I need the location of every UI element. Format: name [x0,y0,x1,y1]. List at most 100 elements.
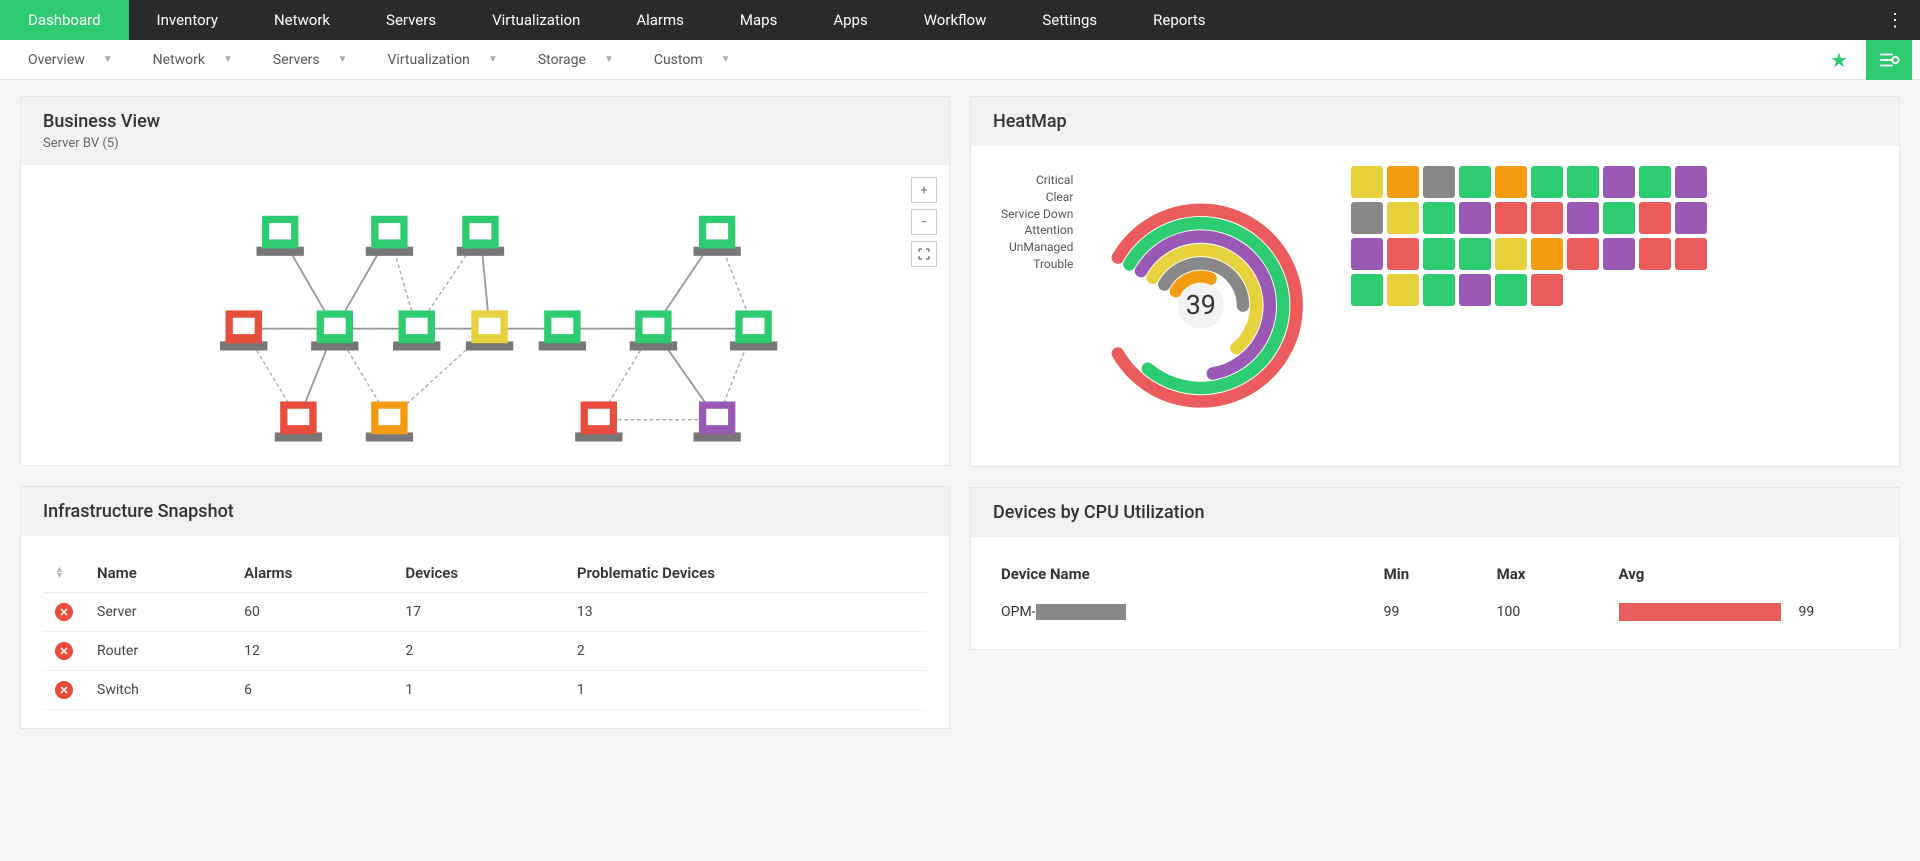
heatmap-cell[interactable] [1531,202,1563,234]
fit-screen-button[interactable] [911,241,937,267]
heatmap-cell[interactable] [1675,166,1707,198]
heatmap-cell[interactable] [1495,274,1527,306]
heatmap-cell[interactable] [1423,274,1455,306]
infra-col-Devices[interactable]: Devices [393,554,565,593]
cpu-title: Devices by CPU Utilization [993,502,1877,523]
topology-node[interactable] [311,310,358,350]
topology-node[interactable] [539,310,586,350]
heatmap-cell[interactable] [1675,238,1707,270]
topology-node[interactable] [693,216,740,256]
chevron-down-icon: ▼ [223,54,233,65]
subnav-servers[interactable]: Servers▼ [253,40,368,79]
subnav-network[interactable]: Network▼ [133,40,253,79]
cell-name: Router [85,632,232,671]
add-widget-button[interactable] [1866,40,1912,80]
heatmap-cell[interactable] [1639,166,1671,198]
topology-node[interactable] [575,401,622,441]
cpu-col-max[interactable]: Max [1489,555,1611,593]
topology-node[interactable] [275,401,322,441]
subnav-custom[interactable]: Custom▼ [634,40,751,79]
heatmap-cell[interactable] [1675,202,1707,234]
business-view-title: Business View [43,111,927,132]
topnav-network[interactable]: Network [246,0,358,40]
topology-node[interactable] [366,216,413,256]
topnav-reports[interactable]: Reports [1125,0,1233,40]
heatmap-cell[interactable] [1387,202,1419,234]
cpu-col-device-name[interactable]: Device Name [993,555,1376,593]
heatmap-card: HeatMap CriticalClearService DownAttenti… [970,96,1900,467]
heatmap-cell[interactable] [1567,238,1599,270]
topnav-workflow[interactable]: Workflow [896,0,1015,40]
subnav-virtualization[interactable]: Virtualization▼ [368,40,518,79]
topology-node[interactable] [693,401,740,441]
topnav-dashboard[interactable]: Dashboard [0,0,129,40]
topology-node[interactable] [220,310,267,350]
table-row[interactable]: OPM-9910099 [993,593,1877,631]
cpu-col-avg[interactable]: Avg [1611,555,1791,593]
infrastructure-title: Infrastructure Snapshot [43,501,927,522]
infra-col-Problematic Devices[interactable]: Problematic Devices [565,554,927,593]
heatmap-cell[interactable] [1495,238,1527,270]
table-row[interactable]: ✕Router1222 [43,632,927,671]
infra-col-Name[interactable]: Name [85,554,232,593]
heatmap-donut[interactable]: 39 [1081,166,1311,426]
heatmap-cell[interactable] [1423,166,1455,198]
infra-col-Alarms[interactable]: Alarms [232,554,393,593]
table-row[interactable]: ✕Server601713 [43,593,927,632]
topnav-virtualization[interactable]: Virtualization [464,0,608,40]
heatmap-cell[interactable] [1351,202,1383,234]
cpu-col-min[interactable]: Min [1376,555,1489,593]
heatmap-cell[interactable] [1639,202,1671,234]
topnav-servers[interactable]: Servers [358,0,464,40]
topology-canvas[interactable] [43,183,927,447]
heatmap-cell[interactable] [1387,166,1419,198]
topnav-alarms[interactable]: Alarms [608,0,712,40]
heatmap-cell[interactable] [1639,238,1671,270]
heatmap-cell[interactable] [1459,238,1491,270]
heatmap-cell[interactable] [1603,166,1635,198]
topology-node[interactable] [257,216,304,256]
topnav-settings[interactable]: Settings [1014,0,1125,40]
topology-node[interactable] [457,216,504,256]
heatmap-cell[interactable] [1567,202,1599,234]
heatmap-cell[interactable] [1459,274,1491,306]
topnav-maps[interactable]: Maps [712,0,805,40]
legend-service-down: Service Down [1001,206,1073,223]
heatmap-cell[interactable] [1387,274,1419,306]
heatmap-cell[interactable] [1603,202,1635,234]
heatmap-cell[interactable] [1351,274,1383,306]
heatmap-cell[interactable] [1423,202,1455,234]
kebab-menu-icon[interactable]: ⋮ [1870,0,1920,40]
topology-node[interactable] [730,310,777,350]
topology-node[interactable] [366,401,413,441]
cell-problematic: 13 [565,593,927,632]
heatmap-cell[interactable] [1531,166,1563,198]
infra-col-status[interactable]: ▲▼ [43,554,85,593]
heatmap-cell[interactable] [1531,274,1563,306]
heatmap-cell[interactable] [1531,238,1563,270]
heatmap-cell[interactable] [1567,166,1599,198]
topology-node[interactable] [466,310,513,350]
zoom-out-button[interactable]: − [911,209,937,235]
zoom-in-button[interactable]: + [911,177,937,203]
heatmap-cell[interactable] [1351,166,1383,198]
topnav-apps[interactable]: Apps [805,0,895,40]
heatmap-cell[interactable] [1459,202,1491,234]
heatmap-cell[interactable] [1495,166,1527,198]
heatmap-cell[interactable] [1459,166,1491,198]
heatmap-legend: CriticalClearService DownAttentionUnMana… [1001,166,1073,273]
heatmap-cell[interactable] [1423,238,1455,270]
subnav-overview[interactable]: Overview▼ [8,40,133,79]
favorite-icon[interactable]: ★ [1820,48,1858,72]
topology-node[interactable] [393,310,440,350]
table-row[interactable]: ✕Switch611 [43,671,927,710]
legend-trouble: Trouble [1001,256,1073,273]
subnav-storage[interactable]: Storage▼ [518,40,634,79]
topology-node[interactable] [630,310,677,350]
heatmap-cell[interactable] [1351,238,1383,270]
heatmap-cell[interactable] [1495,202,1527,234]
cpu-col-value[interactable] [1791,555,1877,593]
heatmap-cell[interactable] [1387,238,1419,270]
topnav-inventory[interactable]: Inventory [129,0,246,40]
heatmap-cell[interactable] [1603,238,1635,270]
